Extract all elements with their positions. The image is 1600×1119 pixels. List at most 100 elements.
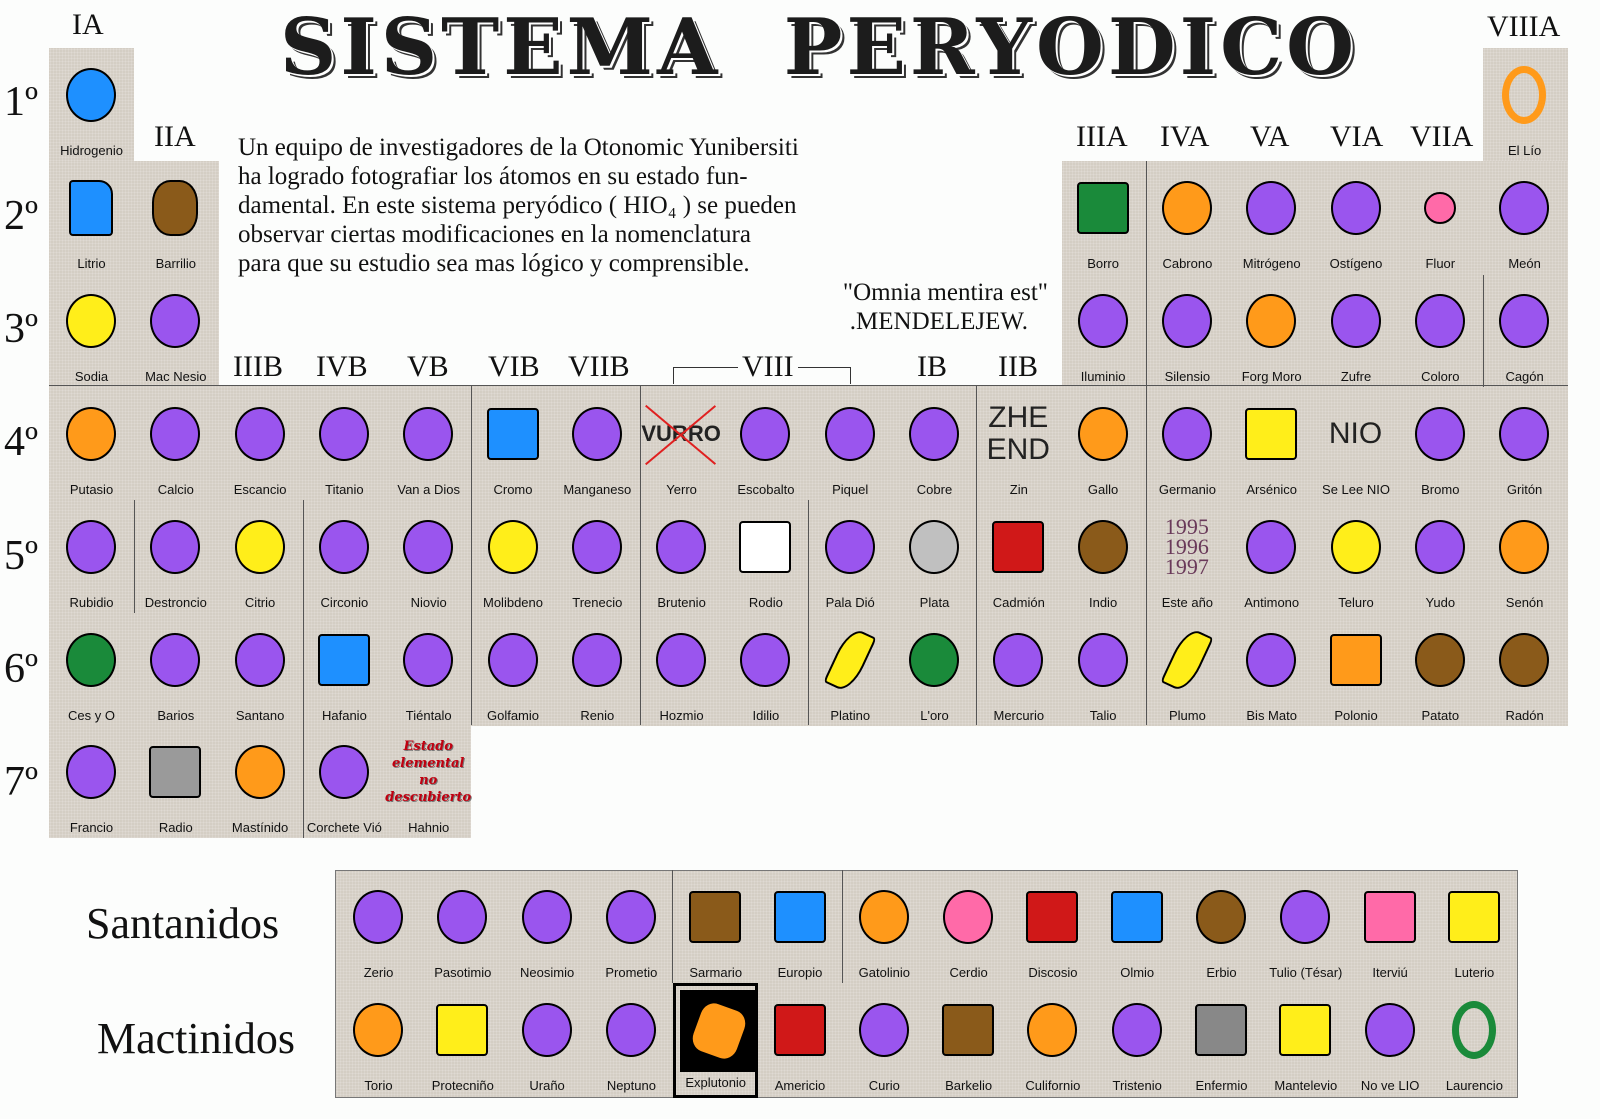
box-icon <box>1444 882 1504 952</box>
blob-shape <box>1280 890 1331 944</box>
blob-icon <box>1073 399 1133 469</box>
jug-icon <box>61 173 121 243</box>
blob-icon <box>61 399 121 469</box>
element-name: Silensio <box>1164 369 1211 384</box>
blob-shape <box>858 1003 909 1057</box>
element-cell-hafanio: Hafanio <box>302 613 387 728</box>
blob-icon <box>61 512 121 582</box>
intro-quote: "Omnia mentira est" <box>842 279 1048 306</box>
element-name: Indio <box>1088 595 1118 610</box>
element-name: Fluor <box>1425 256 1456 271</box>
box-icon <box>145 737 205 807</box>
blob-shape <box>150 520 201 574</box>
period-label-2: 2º <box>4 193 39 239</box>
element-name: Corchete Vió <box>306 820 382 835</box>
intro-text: Un equipo de investigadores de la Otonom… <box>238 133 1048 336</box>
element-name: Arsénico <box>1246 482 1297 497</box>
box-shape <box>1329 634 1382 686</box>
blob-icon <box>483 625 543 695</box>
box-icon <box>770 882 830 952</box>
element-name: Escobalto <box>737 482 795 497</box>
element-cell-griton: Gritón <box>1482 387 1567 502</box>
page-title: SISTEMA PERYODICO <box>280 2 1359 93</box>
blob-icon <box>820 399 880 469</box>
element-cell-trenecio: Trenecio <box>555 500 640 615</box>
element-name: Enfermio <box>1195 1078 1248 1093</box>
picture-text-line: ZHE <box>988 401 1049 434</box>
blob-shape <box>66 520 116 574</box>
element-cell-radon: Radón <box>1482 613 1567 728</box>
element-name: Ostígeno <box>1329 256 1383 271</box>
blob-shape <box>909 633 959 687</box>
element-cell-pasotimio: Pasotimio <box>420 870 505 985</box>
element-name: Iluminio <box>1080 369 1126 384</box>
element-name: Cabrono <box>1162 256 1213 271</box>
element-cell-germanio: Germanio <box>1145 387 1230 502</box>
blob-icon <box>820 512 880 582</box>
blob-shape <box>1077 520 1128 574</box>
element-cell-zufre: Zufre <box>1314 274 1399 389</box>
blob-icon <box>1326 512 1386 582</box>
group-label-va: VA <box>1250 120 1290 153</box>
blob-icon <box>1241 286 1301 356</box>
element-name: Neosimio <box>520 965 575 980</box>
element-cell-gallo: Gallo <box>1061 387 1146 502</box>
element-name: Neptuno <box>606 1078 656 1093</box>
picture-text: Estado elemental no descubierto <box>385 738 471 806</box>
blob-icon <box>1410 286 1470 356</box>
element-cell-senon: Senón <box>1482 500 1567 615</box>
element-name: Sarmario <box>689 965 743 980</box>
element-cell-enfermio: Enfermio <box>1179 983 1264 1098</box>
board-shape <box>1076 182 1129 234</box>
element-cell-barios: Barios <box>133 613 218 728</box>
element-picture-text: VURRO <box>641 399 721 469</box>
intro-line: Un equipo de investigadores de la Otonom… <box>238 134 799 161</box>
blob-icon <box>61 737 121 807</box>
blob-icon <box>1157 399 1217 469</box>
element-name: Discosio <box>1028 965 1078 980</box>
element-name: Antimono <box>1244 595 1300 610</box>
blob-icon <box>1326 286 1386 356</box>
blob-shape <box>1077 294 1128 348</box>
element-name: Hahnio <box>408 820 450 835</box>
element-name: Erbio <box>1206 965 1237 980</box>
blob-icon <box>904 399 964 469</box>
element-cell-europio: Europio <box>758 870 843 985</box>
element-cell-cobre: Cobre <box>892 387 977 502</box>
element-cell-talio: Talio <box>1061 613 1146 728</box>
blob-shape <box>1246 294 1297 348</box>
intro-line: observar ciertas modificaciones en la no… <box>238 221 751 248</box>
element-name: Barkelio <box>945 1078 993 1093</box>
element-name: Hidrogenio <box>60 143 123 158</box>
blob-icon <box>651 625 711 695</box>
element-cell-molibdeno: Molibdeno <box>471 500 556 615</box>
blob-shape <box>66 294 116 348</box>
blob-icon <box>314 512 374 582</box>
element-cell-yerro: VURRO Yerro <box>639 387 724 502</box>
box-icon <box>988 512 1048 582</box>
element-name: Destroncio <box>144 595 207 610</box>
element-cell-yudo: Yudo <box>1398 500 1483 615</box>
element-cell-rubidio: Rubidio <box>49 500 134 615</box>
blob-shape <box>403 633 454 687</box>
element-picture-text: NIO <box>1326 399 1386 469</box>
blob-shape <box>234 407 285 461</box>
box-shape <box>1026 891 1079 943</box>
ring-shape <box>1451 1001 1496 1059</box>
element-name: Gallo <box>1087 482 1119 497</box>
element-cell-no-ve-lio: No ve LIO <box>1348 983 1433 1098</box>
element-cell-santano: Santano <box>218 613 303 728</box>
box-shape <box>1447 891 1500 943</box>
element-name: Luterio <box>1454 965 1495 980</box>
element-name: Manganeso <box>563 482 632 497</box>
element-cell-circonio: Circonio <box>302 500 387 615</box>
element-cell-zerio: Zerio <box>336 870 421 985</box>
element-cell-radio: Radio <box>133 725 218 840</box>
element-cell-van-a-dios: Van a Dios <box>386 387 471 502</box>
element-name: Sodia <box>74 369 109 384</box>
blob-shape <box>234 745 285 799</box>
element-cell-renio: Renio <box>555 613 640 728</box>
box-icon <box>1326 625 1386 695</box>
blob-icon <box>398 399 458 469</box>
element-name: Prometio <box>605 965 658 980</box>
